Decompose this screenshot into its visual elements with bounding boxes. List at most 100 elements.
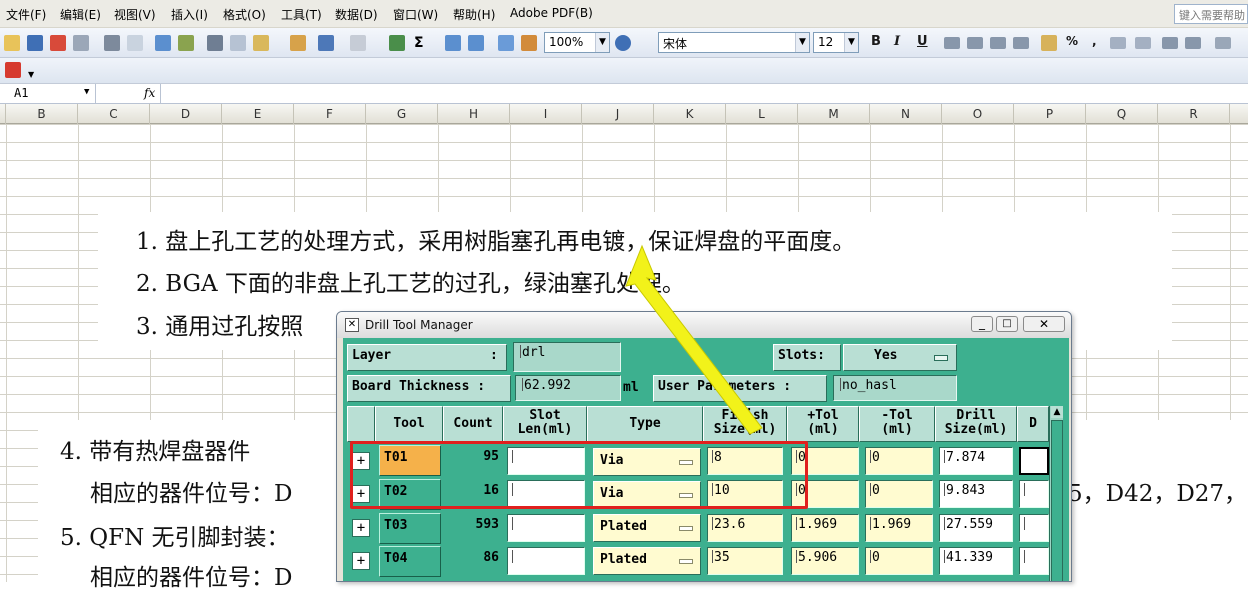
column-header-j[interactable]: J [582,104,654,124]
slot-length-field[interactable] [507,547,585,575]
minus-tol-field[interactable]: 0 [865,547,933,575]
column-header-n[interactable]: N [870,104,942,124]
menu-data[interactable]: 数据(D) [335,6,378,23]
insert-function-icon[interactable]: fx [144,86,155,100]
hyperlink-icon[interactable] [389,35,405,51]
menu-insert[interactable]: 插入(I) [171,6,208,23]
autosum-icon[interactable]: Σ [414,35,430,51]
help-search-input[interactable]: 键入需要帮助 [1174,4,1248,24]
spelling-icon[interactable] [155,35,171,51]
borders-icon[interactable] [1215,37,1231,49]
increase-decimal-icon[interactable] [1110,37,1126,49]
finish-size-field[interactable]: 35 [707,547,783,575]
comma-button[interactable]: , [1092,34,1097,48]
menu-window[interactable]: 窗口(W) [393,6,438,23]
currency-icon[interactable] [1041,35,1057,51]
expand-icon[interactable]: + [352,519,370,537]
zoom-select[interactable]: 100% ▼ [544,32,610,53]
menu-file[interactable]: 文件(F) [6,6,46,23]
d-field[interactable] [1019,514,1049,542]
minus-tol-field[interactable]: 0 [865,480,933,508]
open-icon[interactable] [4,35,20,51]
align-right-icon[interactable] [990,37,1006,49]
cut-icon[interactable] [207,35,223,51]
column-header-b[interactable]: B [6,104,78,124]
decrease-decimal-icon[interactable] [1135,37,1151,49]
column-header-p[interactable]: P [1014,104,1086,124]
email-icon[interactable] [73,35,89,51]
column-header-r[interactable]: R [1158,104,1230,124]
slots-option-menu[interactable]: Yes [843,344,957,371]
align-left-icon[interactable] [944,37,960,49]
column-header-e[interactable]: E [222,104,294,124]
chart-wizard-icon[interactable] [498,35,514,51]
user-parameters-field[interactable]: no_hasl [833,375,957,401]
redo-icon[interactable] [350,35,366,51]
drill-size-field[interactable]: 41.339 [939,547,1013,575]
column-header-h[interactable]: H [438,104,510,124]
drill-size-field[interactable]: 7.874 [939,447,1013,475]
font-size-select[interactable]: 12 ▼ [813,32,859,53]
underline-button[interactable]: U [917,34,928,49]
slot-length-field[interactable] [507,514,585,542]
column-header-q[interactable]: Q [1086,104,1158,124]
tool-button[interactable]: T03 [379,513,441,544]
decrease-indent-icon[interactable] [1162,37,1178,49]
research-icon[interactable] [178,35,194,51]
d-field[interactable] [1019,480,1049,508]
menu-tools[interactable]: 工具(T) [281,6,322,23]
column-header-m[interactable]: M [798,104,870,124]
drill-size-field[interactable]: 27.559 [939,514,1013,542]
save-icon[interactable] [27,35,43,51]
close-button[interactable]: ✕ [1023,316,1065,332]
font-name-select[interactable]: 宋体 ▼ [658,32,810,53]
increase-indent-icon[interactable] [1185,37,1201,49]
toolbar-options-icon[interactable]: ▼ [28,70,34,79]
column-header-g[interactable]: G [366,104,438,124]
bold-button[interactable]: B [871,34,881,49]
column-header-o[interactable]: O [942,104,1014,124]
column-header-k[interactable]: K [654,104,726,124]
d-field[interactable] [1019,447,1049,475]
expand-icon[interactable]: + [352,552,370,570]
format-painter-icon[interactable] [290,35,306,51]
formula-input[interactable] [160,84,1248,104]
plus-tol-field[interactable]: 1.969 [791,514,859,542]
scrollbar-thumb[interactable] [1051,420,1063,581]
menu-format[interactable]: 格式(O) [223,6,266,23]
merge-center-icon[interactable] [1013,37,1029,49]
permission-icon[interactable] [50,35,66,51]
minimize-button[interactable]: _ [971,316,993,332]
column-header-l[interactable]: L [726,104,798,124]
sort-descending-icon[interactable] [468,35,484,51]
finish-size-field[interactable]: 23.6 [707,514,783,542]
column-header-d[interactable]: D [150,104,222,124]
d-field[interactable] [1019,547,1049,575]
menu-edit[interactable]: 编辑(E) [60,6,101,23]
scroll-up-icon[interactable]: ▲ [1051,406,1063,418]
copy-icon[interactable] [230,35,246,51]
minus-tol-field[interactable]: 1.969 [865,514,933,542]
italic-button[interactable]: I [894,34,900,49]
vertical-scrollbar[interactable]: ▲ [1049,406,1063,581]
print-preview-icon[interactable] [127,35,143,51]
undo-icon[interactable] [318,35,334,51]
column-header-c[interactable]: C [78,104,150,124]
print-icon[interactable] [104,35,120,51]
maximize-button[interactable]: □ [996,316,1018,332]
convert-to-pdf-icon[interactable] [5,62,21,78]
type-option-menu[interactable]: Plated [593,547,701,575]
name-box[interactable]: A1 ▼ [0,84,96,104]
type-option-menu[interactable]: Plated [593,514,701,542]
sort-ascending-icon[interactable] [445,35,461,51]
tool-button[interactable]: T04 [379,546,441,577]
percent-button[interactable]: % [1066,34,1078,48]
menu-adobe-pdf[interactable]: Adobe PDF(B) [510,6,593,20]
paste-icon[interactable] [253,35,269,51]
drawing-icon[interactable] [521,35,537,51]
menu-view[interactable]: 视图(V) [114,6,156,23]
menu-help[interactable]: 帮助(H) [453,6,495,23]
column-header-i[interactable]: I [510,104,582,124]
help-icon[interactable] [615,35,631,51]
column-header-f[interactable]: F [294,104,366,124]
